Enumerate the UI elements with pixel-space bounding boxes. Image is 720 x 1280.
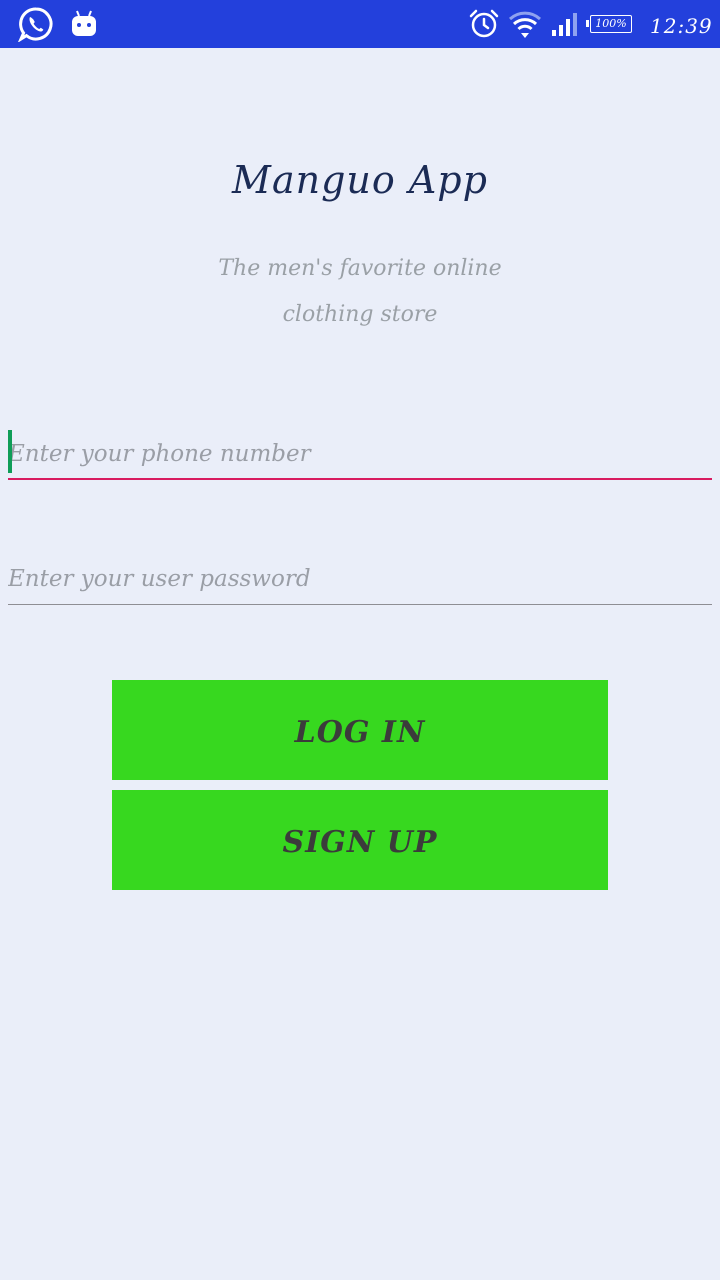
password-field-underline (8, 604, 712, 605)
battery-level: 100% (595, 17, 627, 30)
subtitle-line-1: The men's favorite online (218, 256, 502, 281)
battery-icon: 100% (586, 0, 632, 48)
android-icon (70, 0, 98, 48)
login-button[interactable]: LOG IN (112, 680, 608, 780)
password-input[interactable] (8, 555, 712, 603)
alarm-icon (468, 0, 500, 48)
text-cursor (8, 430, 12, 473)
signup-button[interactable]: SIGN UP (112, 790, 608, 890)
phone-field-container (8, 430, 712, 480)
signal-icon (550, 0, 580, 48)
whatsapp-icon (18, 0, 54, 48)
app-title: Manguo App (232, 158, 488, 202)
password-field-container (8, 555, 712, 605)
status-bar: 100% 12:39 (0, 0, 720, 48)
clock-time: 12:39 (650, 14, 713, 38)
phone-field-underline (8, 478, 712, 480)
phone-number-input[interactable] (8, 430, 712, 478)
subtitle-line-2: clothing store (282, 302, 438, 327)
wifi-icon (508, 0, 542, 48)
app-subtitle: The men's favorite online clothing store (200, 246, 520, 338)
